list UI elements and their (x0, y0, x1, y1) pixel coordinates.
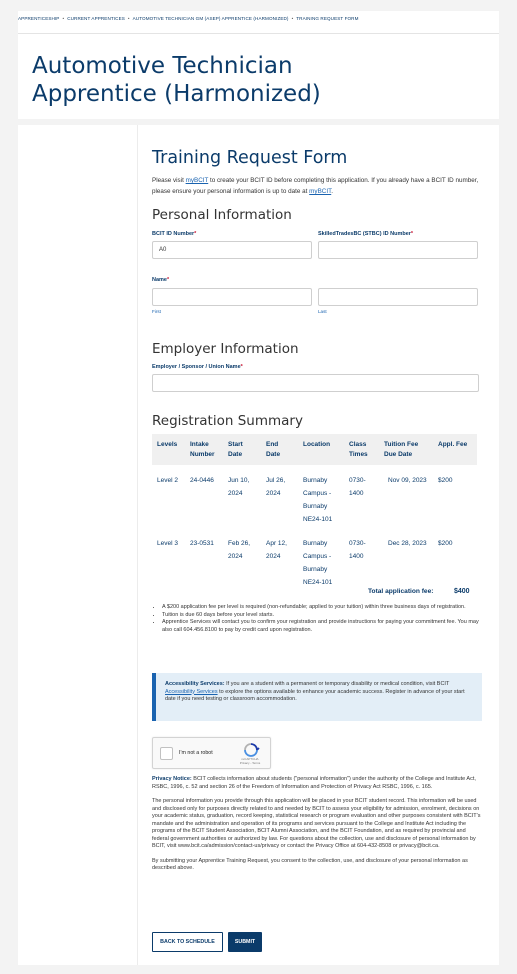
registration-table: Levels Intake Number Start Date End Date… (152, 434, 477, 591)
registration-summary-heading: Registration Summary (152, 413, 303, 429)
breadcrumb: APPRENTICESHIP • CURRENT APPRENTICES • AUTOM… (18, 16, 359, 21)
column-header: Levels (152, 434, 185, 465)
fee-notes: A $200 application fee per level is requ… (152, 604, 482, 635)
form-intro: Please visit myBCIT to create your BCIT … (152, 175, 482, 197)
recaptcha-checkbox[interactable] (160, 747, 173, 760)
list-item: Tuition is due 60 days before your level… (162, 612, 482, 619)
privacy-notice: Privacy Notice: BCIT collects informatio… (152, 776, 481, 871)
employer-label: Employer / Sponsor / Union Name* (152, 364, 243, 370)
breadcrumb-item[interactable]: AUTOMOTIVE TECHNICIAN GM (ASEP) APPRENTI… (133, 16, 289, 21)
table-cell: 0730-1400 (349, 477, 366, 497)
table-cell: Dec 28, 2023 (388, 540, 427, 547)
mybcit-link-2[interactable]: myBCIT (309, 188, 331, 195)
breadcrumb-item[interactable]: APPRENTICESHIP (18, 16, 59, 21)
column-header: Intake Number (185, 434, 223, 465)
table-cell: Jul 26, 2024 (266, 477, 286, 497)
form-title: Training Request Form (152, 148, 348, 168)
table-row: Level 3 23-0531 Feb 26, 2024 Apr 12, 202… (152, 528, 477, 591)
recaptcha-brand: reCAPTCHA Privacy - Terms (239, 757, 261, 765)
divider (18, 33, 499, 34)
bcit-id-label: BCIT ID Number* (152, 231, 197, 237)
column-header: Location (298, 434, 344, 465)
column-header: End Date (261, 434, 298, 465)
table-row: Level 2 24-0446 Jun 10, 2024 Jul 26, 202… (152, 465, 477, 528)
table-cell: Apr 12, 2024 (266, 540, 287, 560)
table-cell: Burnaby Campus - Burnaby NE24-101 (303, 477, 333, 523)
employer-input[interactable] (152, 374, 479, 392)
intro-text: Please visit (152, 177, 186, 184)
table-cell: Feb 26, 2024 (228, 540, 251, 560)
accessibility-callout: Accessibility Services: If you are a stu… (152, 673, 482, 721)
accessibility-services-link[interactable]: Accessibility Services (165, 689, 218, 695)
list-item: A $200 application fee per level is requ… (162, 604, 482, 611)
total-fee-value: $400 (454, 588, 470, 595)
last-name-sublabel: Last (318, 309, 327, 314)
column-header: Tuition Fee Due Date (379, 434, 433, 465)
table-cell: $200 (438, 540, 453, 547)
table-cell: 23-0531 (190, 540, 214, 547)
stbc-id-label: SkilledTradesBC (STBC) ID Number* (318, 231, 414, 237)
mybcit-link[interactable]: myBCIT (186, 177, 209, 184)
column-header: Start Date (223, 434, 261, 465)
column-header: Class Times (344, 434, 379, 465)
list-item: Apprentice Services will contact you to … (162, 619, 482, 634)
table-cell: $200 (438, 477, 453, 484)
bcit-id-input[interactable]: A0 (152, 241, 312, 259)
table-cell: 0730-1400 (349, 540, 366, 560)
name-label: Name* (152, 277, 170, 283)
recaptcha-label: I'm not a robot (179, 750, 213, 756)
personal-info-heading: Personal Information (152, 207, 292, 223)
employer-info-heading: Employer Information (152, 341, 299, 357)
table-cell: Nov 09, 2023 (388, 477, 427, 484)
submit-button[interactable]: SUBMIT (228, 932, 262, 952)
table-cell: Jun 10, 2024 (228, 477, 250, 497)
page-title: Automotive Technician Apprentice (Harmon… (32, 53, 321, 107)
table-cell: Level 2 (157, 477, 178, 484)
intro-text: . (331, 188, 333, 195)
side-panel (18, 125, 138, 965)
table-cell: Burnaby Campus - Burnaby NE24-101 (303, 540, 333, 586)
table-cell: 24-0446 (190, 477, 214, 484)
breadcrumb-item-current: TRAINING REQUEST FORM (296, 16, 359, 21)
table-cell: Level 3 (157, 540, 178, 547)
first-name-input[interactable] (152, 288, 312, 306)
column-header: Appl. Fee (433, 434, 477, 465)
recaptcha-widget: I'm not a robot reCAPTCHA Privacy - Terms (152, 737, 271, 769)
stbc-id-input[interactable] (318, 241, 478, 259)
last-name-input[interactable] (318, 288, 478, 306)
breadcrumb-item[interactable]: CURRENT APPRENTICES (67, 16, 125, 21)
back-to-schedule-button[interactable]: BACK TO SCHEDULE (152, 932, 223, 952)
recaptcha-logo-icon (244, 743, 260, 757)
first-name-sublabel: First (152, 309, 161, 314)
total-fee-label: Total application fee: (368, 588, 434, 595)
table-header-row: Levels Intake Number Start Date End Date… (152, 434, 477, 465)
